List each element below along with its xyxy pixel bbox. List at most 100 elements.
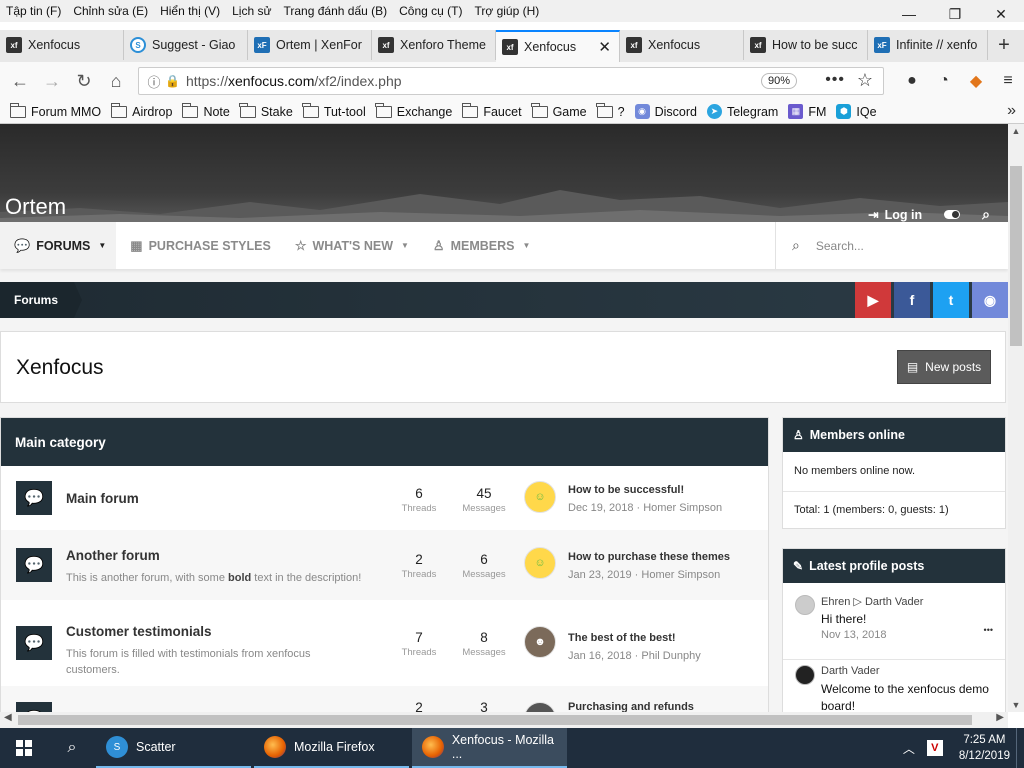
close-tab-icon[interactable]: ✕ <box>598 38 611 56</box>
last-post-meta[interactable]: Jan 23, 2019 · Homer Simpson <box>568 569 758 581</box>
forum-row[interactable]: 💬 Another forum This is another forum, w… <box>1 530 768 600</box>
tab-xenfocus-active[interactable]: xf Xenfocus ✕ <box>496 30 620 62</box>
menu-file[interactable]: Tập tin (F) <box>0 4 67 18</box>
new-posts-button[interactable]: ▤ New posts <box>897 350 991 384</box>
forum-row[interactable]: 💬 Customer testimonials This forum is fi… <box>1 600 768 686</box>
category-title[interactable]: Main category <box>1 418 768 466</box>
forward-button[interactable]: → <box>36 65 68 97</box>
bookmark-discord[interactable]: ◉ Discord <box>634 104 697 119</box>
tab-ortem[interactable]: xF Ortem | XenFor <box>248 30 372 60</box>
avatar[interactable] <box>795 665 815 685</box>
breadcrumb-forums[interactable]: Forums <box>0 282 83 318</box>
login-button[interactable]: ⇥ Log in <box>868 207 922 223</box>
bookmark-airdrop[interactable]: Airdrop <box>110 102 172 119</box>
twitter-icon[interactable]: t <box>933 282 969 318</box>
facebook-icon[interactable]: f <box>894 282 930 318</box>
show-desktop-button[interactable] <box>1016 728 1024 768</box>
profile-post-author[interactable]: Darth Vader <box>821 665 880 677</box>
search-icon[interactable]: ⌕ <box>982 206 990 223</box>
bookmark-star-icon[interactable]: ☆ <box>857 70 873 91</box>
info-icon[interactable]: ⓘ <box>143 72 165 91</box>
tab-suggest[interactable]: S Suggest - Giao <box>124 30 248 60</box>
bookmark-iqe[interactable]: ⬢ IQe <box>836 104 877 119</box>
youtube-icon[interactable]: ▶ <box>855 282 891 318</box>
scroll-thumb[interactable] <box>1010 166 1022 346</box>
new-tab-button[interactable]: + <box>988 30 1020 60</box>
scroll-left-icon[interactable]: ◀ <box>4 712 12 723</box>
restore-button[interactable]: ❐ <box>932 0 978 28</box>
last-post-meta[interactable]: Jan 16, 2018 · Phil Dunphy <box>568 650 758 662</box>
bookmark-telegram[interactable]: ➤ Telegram <box>706 104 778 119</box>
bookmark-stake[interactable]: Stake <box>239 102 293 119</box>
style-toggle[interactable] <box>944 210 961 219</box>
forum-title[interactable]: Main forum <box>66 491 139 506</box>
menu-edit[interactable]: Chỉnh sửa (E) <box>67 4 154 18</box>
menu-tools[interactable]: Công cụ (T) <box>393 4 468 18</box>
tab-xenfocus-2[interactable]: xf Xenfocus <box>620 30 744 60</box>
chevron-more-icon[interactable]: » <box>1007 102 1016 120</box>
nav-forums[interactable]: 💬 FORUMS ▼ <box>0 222 117 269</box>
scroll-down-icon[interactable]: ▼ <box>1008 700 1024 710</box>
menu-help[interactable]: Trợ giúp (H) <box>468 4 545 18</box>
profile-posts-title[interactable]: ✎ Latest profile posts <box>783 549 1005 583</box>
forum-row[interactable]: 💬 Main forum 6 Threads 45 Messages ☺ How t… <box>1 466 768 530</box>
taskbar-item-scatter[interactable]: S Scatter <box>96 728 251 768</box>
nav-members[interactable]: ♙ MEMBERS ▼ <box>419 222 540 269</box>
nav-whats-new[interactable]: ☆ WHAT'S NEW ▼ <box>281 222 419 269</box>
site-title[interactable]: Ortem <box>5 194 66 220</box>
last-post-title[interactable]: How to purchase these themes <box>568 551 758 563</box>
hamburger-menu-icon[interactable]: ≡ <box>992 72 1024 90</box>
clock[interactable]: 7:25 AM 8/12/2019 <box>959 732 1010 764</box>
metamask-icon[interactable]: ◆ <box>960 71 992 91</box>
bookmark-tut-tool[interactable]: Tut-tool <box>302 102 366 119</box>
avatar[interactable] <box>795 595 815 615</box>
tab-how-to-be-successful[interactable]: xf How to be succ <box>744 30 868 60</box>
taskbar-item-xenfocus[interactable]: Xenfocus - Mozilla ... <box>412 728 567 768</box>
scroll-right-icon[interactable]: ▶ <box>996 712 1004 723</box>
scroll-up-icon[interactable]: ▲ <box>1008 126 1024 136</box>
menu-history[interactable]: Lịch sử <box>226 4 277 18</box>
forum-title[interactable]: Another forum <box>66 548 160 563</box>
avatar[interactable] <box>524 702 556 712</box>
avatar[interactable]: ☺ <box>524 547 556 579</box>
tab-xenforo-theme[interactable]: xf Xenforo Theme <box>372 30 496 60</box>
chevron-up-icon[interactable]: ︿ <box>903 740 915 757</box>
forum-row[interactable]: 💬 2 3 Purchasing and refunds <box>1 686 768 712</box>
forum-title[interactable]: Customer testimonials <box>66 624 212 639</box>
menu-view[interactable]: Hiển thị (V) <box>154 4 226 18</box>
avatar[interactable]: ☻ <box>524 626 556 658</box>
vertical-scrollbar[interactable]: ▲ ▼ <box>1008 124 1024 712</box>
last-post-title[interactable]: The best of the best! <box>568 632 758 644</box>
url-text[interactable]: https://xenfocus.com/xf2/index.php <box>186 73 402 89</box>
last-post-title[interactable]: How to be successful! <box>568 484 758 496</box>
taskbar-item-firefox[interactable]: Mozilla Firefox <box>254 728 409 768</box>
bookmark-question[interactable]: ? <box>596 102 625 119</box>
tab-infinite[interactable]: xF Infinite // xenfo <box>868 30 988 60</box>
search-input[interactable]: ⌕ Search... <box>775 222 1008 269</box>
back-button[interactable]: ← <box>4 65 36 97</box>
members-online-title[interactable]: ♙ Members online <box>783 418 1005 452</box>
tab-xenfocus-1[interactable]: xf Xenfocus <box>0 30 124 60</box>
taskbar-search-button[interactable]: ⌕ <box>48 728 96 768</box>
zoom-indicator[interactable]: 90% <box>760 73 797 89</box>
page-actions-icon[interactable]: ••• <box>825 71 845 89</box>
last-post-meta[interactable]: Dec 19, 2018 · Homer Simpson <box>568 502 758 514</box>
home-button[interactable]: ⌂ <box>100 65 132 97</box>
discord-icon[interactable]: ◉ <box>972 282 1008 318</box>
bookmark-forum-mmo[interactable]: Forum MMO <box>9 102 101 119</box>
bookmark-fm[interactable]: ▦ FM <box>788 104 826 119</box>
horizontal-scrollbar[interactable]: ◀ ▶ <box>0 712 1008 728</box>
bookmark-faucet[interactable]: Faucet <box>461 102 522 119</box>
start-button[interactable] <box>0 728 48 768</box>
profile-post-author[interactable]: Ehren ▷ Darth Vader <box>821 595 923 608</box>
close-window-button[interactable]: ✕ <box>978 0 1024 28</box>
profile-post-date[interactable]: Nov 13, 2018 <box>821 629 886 641</box>
vietkey-icon[interactable]: V <box>926 740 943 756</box>
minimize-button[interactable]: — <box>886 0 932 28</box>
bookmark-exchange[interactable]: Exchange <box>375 102 452 119</box>
last-post-title[interactable]: Purchasing and refunds <box>568 701 758 712</box>
more-options-icon[interactable]: ••• <box>984 625 993 635</box>
account-icon[interactable]: ● <box>896 72 928 90</box>
reload-button[interactable]: ↻ <box>68 65 100 97</box>
nav-purchase-styles[interactable]: ▦ PURCHASE STYLES <box>116 222 281 269</box>
